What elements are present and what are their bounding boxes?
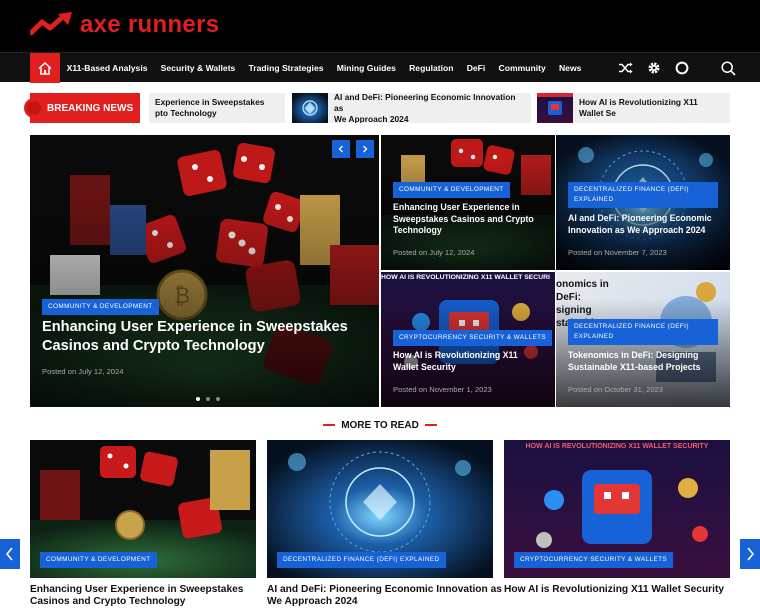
more-to-read-title: MORE TO READ: [341, 420, 419, 431]
nav-item-defi[interactable]: DeFi: [460, 63, 492, 73]
settings-button[interactable]: [647, 61, 661, 75]
chevron-right-icon: [747, 547, 755, 561]
card-image[interactable]: HOW AI IS REVOLUTIONIZING X11 WALLET SEC…: [504, 440, 730, 578]
search-icon: [721, 60, 736, 76]
tile-date: Posted on November 7, 2023: [568, 248, 667, 257]
featured-tile[interactable]: onomics in DeFi: signing stainable DECEN…: [556, 272, 730, 407]
ticker-item-title: AI and DeFi: Pioneering Economic Innovat…: [334, 93, 516, 123]
tile-title[interactable]: Enhancing User Experience in Sweepstakes…: [393, 202, 549, 237]
tile-image-banner: HOW AI IS REVOLUTIONIZING X11 WALLET SEC…: [381, 274, 550, 281]
card-image[interactable]: DECENTRALIZED FINANCE (DEFI) EXPLAINED: [267, 440, 493, 578]
featured-tile[interactable]: HOW AI IS REVOLUTIONIZING X11 WALLET SEC…: [381, 272, 555, 407]
featured-tile[interactable]: DECENTRALIZED FINANCE (DEFI) EXPLAINED A…: [556, 135, 730, 270]
ticker-item[interactable]: AI and DeFi: Pioneering Economic Innovat…: [292, 93, 531, 123]
tile-category-badge[interactable]: DECENTRALIZED FINANCE (DEFI) EXPLAINED: [568, 319, 718, 345]
slider-dot[interactable]: [216, 397, 220, 401]
tile-category-badge[interactable]: COMMUNITY & DEVELOPMENT: [393, 182, 510, 198]
ticker-thumbnail: [537, 93, 573, 123]
carousel-prev-button[interactable]: [0, 539, 20, 569]
tile-date: Posted on October 31, 2023: [568, 385, 663, 394]
home-button[interactable]: [30, 53, 60, 83]
nav-item-security[interactable]: Security & Wallets: [154, 63, 242, 73]
ticker-item[interactable]: Experience in Sweepstakes pto Technology: [149, 93, 285, 123]
slider-dots: [193, 397, 223, 401]
site-logo[interactable]: axe runners: [30, 10, 219, 40]
search-button[interactable]: [721, 60, 736, 76]
logo-text: axe runners: [80, 11, 220, 38]
more-to-read-heading: MORE TO READ: [0, 420, 760, 431]
slider-prev-button[interactable]: [332, 140, 350, 158]
more-card[interactable]: DECENTRALIZED FINANCE (DEFI) EXPLAINED A…: [267, 440, 502, 607]
featured-tile[interactable]: COMMUNITY & DEVELOPMENT Enhancing User E…: [381, 135, 555, 270]
ticker-item[interactable]: How AI is Revolutionizing X11 Wallet Se: [537, 93, 730, 123]
hero-slide[interactable]: ₿ COMMUNITY & DEVELOPMENT Enhancing User…: [30, 135, 379, 407]
hero-date: Posted on July 12, 2024: [42, 367, 124, 376]
nav-item-x11-analysis[interactable]: X11-Based Analysis: [60, 63, 154, 73]
tile-category-badge[interactable]: DECENTRALIZED FINANCE (DEFI) EXPLAINED: [568, 182, 718, 208]
site-header: axe runners: [0, 0, 760, 52]
card-category-badge[interactable]: COMMUNITY & DEVELOPMENT: [40, 552, 157, 568]
tile-title[interactable]: Tokenomics in DeFi: Designing Sustainabl…: [568, 350, 724, 373]
home-icon: [38, 61, 52, 75]
nav-item-community[interactable]: Community: [492, 63, 552, 73]
ticker-item-title: Experience in Sweepstakes pto Technology: [155, 97, 265, 118]
chevron-left-icon: [5, 547, 13, 561]
dark-mode-icon: [675, 61, 689, 75]
more-card[interactable]: HOW AI IS REVOLUTIONIZING X11 WALLET SEC…: [504, 440, 730, 595]
ticker-thumbnail: [292, 93, 328, 123]
tile-category-badge[interactable]: CRYPTOCURRENCY SECURITY & WALLETS: [393, 330, 553, 346]
tile-date: Posted on November 1, 2023: [393, 385, 492, 394]
heading-bar: [323, 424, 336, 427]
more-card[interactable]: COMMUNITY & DEVELOPMENT Enhancing User E…: [30, 440, 256, 607]
logo-arrow-icon: [30, 12, 72, 36]
tile-date: Posted on July 12, 2024: [393, 248, 475, 257]
shuffle-button[interactable]: [619, 62, 633, 74]
chevron-left-icon: [338, 145, 343, 153]
main-nav: X11-Based Analysis Security & Wallets Tr…: [0, 52, 760, 83]
breaking-news-text: BREAKING NEWS: [47, 102, 134, 114]
hero-title[interactable]: Enhancing User Experience in Sweepstakes…: [42, 318, 362, 356]
tile-title[interactable]: AI and DeFi: Pioneering Economic Innovat…: [568, 213, 724, 236]
slider-dot[interactable]: [196, 397, 200, 401]
nav-item-trading[interactable]: Trading Strategies: [242, 63, 330, 73]
nav-item-mining[interactable]: Mining Guides: [330, 63, 402, 73]
card-image[interactable]: COMMUNITY & DEVELOPMENT: [30, 440, 256, 578]
card-category-badge[interactable]: CRYPTOCURRENCY SECURITY & WALLETS: [514, 552, 674, 568]
breaking-dot-icon: [24, 98, 44, 118]
featured-grid: ₿ COMMUNITY & DEVELOPMENT Enhancing User…: [30, 135, 730, 407]
card-title[interactable]: Enhancing User Experience in Sweepstakes…: [30, 584, 266, 608]
card-title[interactable]: AI and DeFi: Pioneering Economic Innovat…: [267, 584, 503, 608]
card-image-banner: HOW AI IS REVOLUTIONIZING X11 WALLET SEC…: [525, 443, 709, 450]
slider-dot[interactable]: [206, 397, 210, 401]
card-title[interactable]: How AI is Revolutionizing X11 Wallet Sec…: [504, 584, 740, 596]
nav-menu: X11-Based Analysis Security & Wallets Tr…: [60, 53, 588, 83]
card-category-badge[interactable]: DECENTRALIZED FINANCE (DEFI) EXPLAINED: [277, 552, 446, 568]
nav-item-news[interactable]: News: [552, 63, 588, 73]
nav-item-regulation[interactable]: Regulation: [403, 63, 461, 73]
heading-bar: [424, 424, 437, 427]
news-ticker: Experience in Sweepstakes pto Technology…: [149, 93, 730, 123]
nav-tools: [605, 53, 736, 83]
breaking-news-label: BREAKING NEWS: [24, 93, 140, 123]
chevron-right-icon: [363, 145, 368, 153]
tile-title[interactable]: How AI is Revolutionizing X11 Wallet Sec…: [393, 350, 543, 373]
shuffle-icon: [619, 62, 633, 74]
carousel-next-button[interactable]: [740, 539, 760, 569]
gear-icon: [648, 62, 660, 74]
slider-next-button[interactable]: [356, 140, 374, 158]
hero-category-badge[interactable]: COMMUNITY & DEVELOPMENT: [42, 299, 159, 315]
breaking-news-bar: BREAKING NEWS Experience in Sweepstakes …: [24, 93, 730, 123]
ticker-item-title: How AI is Revolutionizing X11 Wallet Se: [579, 97, 698, 118]
dark-mode-toggle[interactable]: [675, 61, 689, 75]
